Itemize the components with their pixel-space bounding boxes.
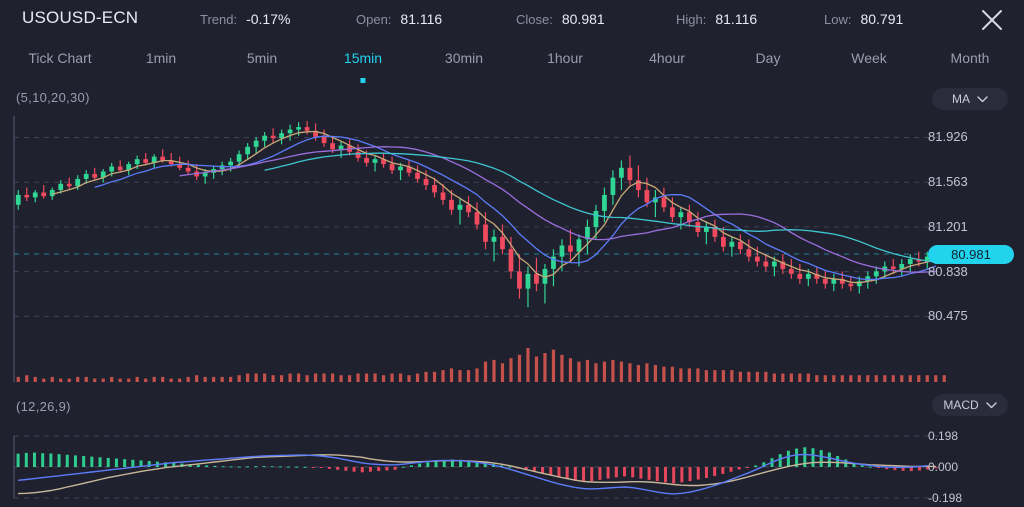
quote-high: High: 81.116 xyxy=(676,11,757,27)
timeframe-tabs: Tick Chart 1min 5min 15min 30min 1hour 4hour Da… xyxy=(0,44,1024,80)
current-price-badge: 80.981 xyxy=(928,245,1014,264)
ma-params-label: (5,10,20,30) xyxy=(16,90,90,105)
timeframe-tab-4hour[interactable]: 4hour xyxy=(649,44,685,78)
timeframe-tab-day[interactable]: Day xyxy=(756,44,781,78)
timeframe-tab-30min[interactable]: 30min xyxy=(445,44,483,78)
timeframe-tab-tick-chart[interactable]: Tick Chart xyxy=(28,44,91,78)
quote-open: Open: 81.116 xyxy=(356,11,442,27)
price-axis-tick: 81.563 xyxy=(928,174,1008,189)
quote-low: Low: 80.791 xyxy=(824,11,903,27)
timeframe-tab-label: 15min xyxy=(344,50,382,66)
trading-chart-app: USOUSD-ECN Trend: -0.17% Open: 81.116 Cl… xyxy=(0,0,1024,507)
timeframe-tab-label: 1hour xyxy=(547,50,583,66)
active-tab-indicator xyxy=(360,78,365,83)
price-axis-tick: 81.926 xyxy=(928,129,1008,144)
timeframe-tab-1hour[interactable]: 1hour xyxy=(547,44,583,78)
timeframe-tab-label: 4hour xyxy=(649,50,685,66)
quote-high-label: High: xyxy=(676,12,706,27)
quote-open-label: Open: xyxy=(356,12,391,27)
quote-low-value: 80.791 xyxy=(860,11,903,27)
ma-select-label: MA xyxy=(952,92,970,106)
macd-axis-tick: -0.198 xyxy=(928,491,1008,505)
timeframe-tab-label: Tick Chart xyxy=(28,50,91,66)
timeframe-tab-5min[interactable]: 5min xyxy=(247,44,277,78)
timeframe-tab-label: Day xyxy=(756,50,781,66)
macd-indicator-select[interactable]: MACD xyxy=(932,394,1008,416)
chevron-down-icon xyxy=(977,90,988,108)
price-axis-tick: 80.475 xyxy=(928,308,1008,323)
quote-trend-label: Trend: xyxy=(200,12,237,27)
timeframe-tab-label: Month xyxy=(951,50,990,66)
quote-trend: Trend: -0.17% xyxy=(200,11,290,27)
close-icon[interactable] xyxy=(978,6,1006,34)
macd-axis-tick: 0.198 xyxy=(928,429,1008,443)
quote-high-value: 81.116 xyxy=(715,11,757,27)
timeframe-tab-15min[interactable]: 15min xyxy=(344,44,382,78)
macd-select-label: MACD xyxy=(943,398,978,412)
timeframe-tab-week[interactable]: Week xyxy=(851,44,887,78)
ma-indicator-select[interactable]: MA xyxy=(932,88,1008,110)
price-axis-tick: 81.201 xyxy=(928,219,1008,234)
symbol-title: USOUSD-ECN xyxy=(22,8,138,28)
timeframe-tab-month[interactable]: Month xyxy=(951,44,990,78)
timeframe-tab-label: Week xyxy=(851,50,887,66)
quote-close-value: 80.981 xyxy=(562,11,605,27)
price-axis-tick: 80.838 xyxy=(928,264,1008,279)
quote-open-value: 81.116 xyxy=(400,11,442,27)
timeframe-tab-label: 5min xyxy=(247,50,277,66)
quote-close: Close: 80.981 xyxy=(516,11,605,27)
macd-axis-tick: 0.000 xyxy=(928,460,1008,474)
quote-low-label: Low: xyxy=(824,12,851,27)
timeframe-tab-label: 30min xyxy=(445,50,483,66)
quote-close-label: Close: xyxy=(516,12,553,27)
quote-trend-value: -0.17% xyxy=(246,11,290,27)
timeframe-tab-1min[interactable]: 1min xyxy=(146,44,176,78)
price-chart-panel[interactable] xyxy=(0,110,1024,392)
timeframe-tab-label: 1min xyxy=(146,50,176,66)
chevron-down-icon xyxy=(986,396,997,414)
macd-chart-panel[interactable] xyxy=(0,424,1024,507)
macd-params-label: (12,26,9) xyxy=(16,399,71,414)
chart-header: USOUSD-ECN Trend: -0.17% Open: 81.116 Cl… xyxy=(0,0,1024,40)
